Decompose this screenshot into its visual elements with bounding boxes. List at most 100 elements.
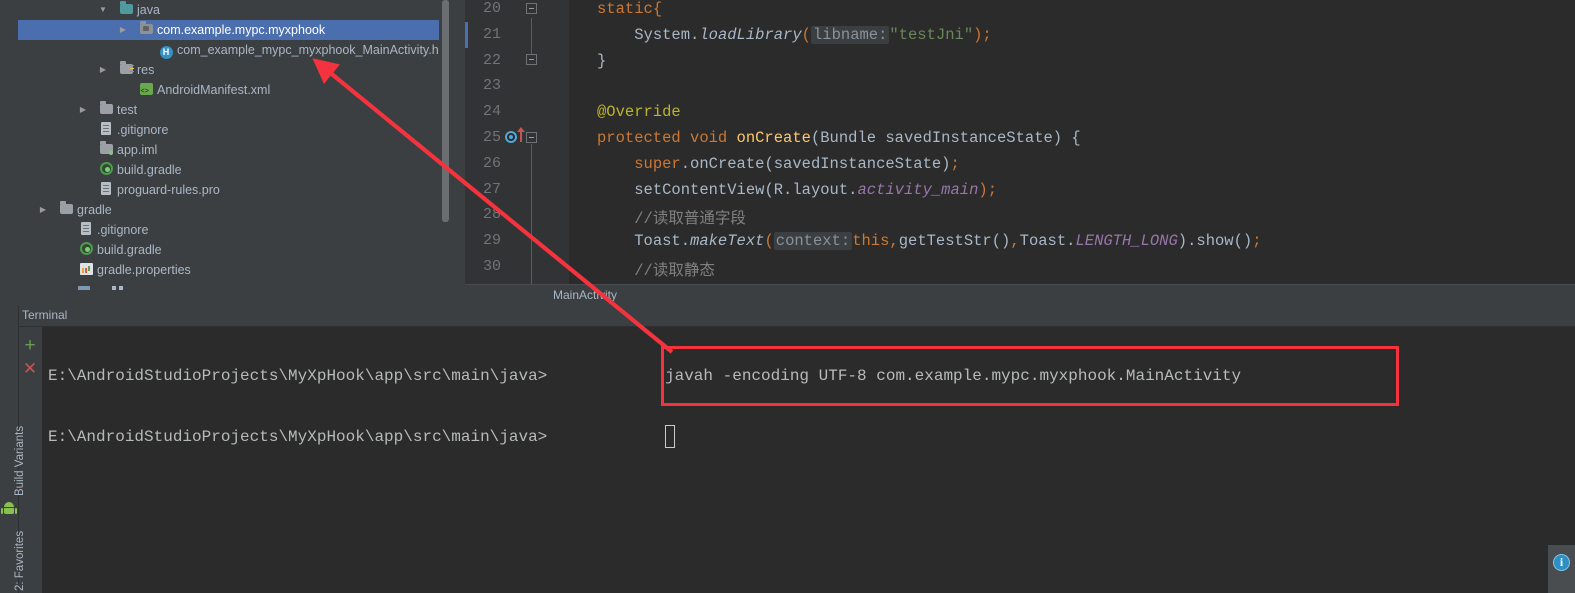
left-tool-window-bar: Build Variants 2: Favorites — [0, 306, 26, 593]
tree-item-res[interactable]: ▶ res — [18, 60, 457, 80]
gradle-file-icon — [98, 160, 114, 180]
properties-file-icon — [78, 260, 94, 280]
package-folder-icon — [138, 20, 154, 40]
tree-item-proguard-rules-pro[interactable]: proguard-rules.pro — [18, 180, 457, 200]
line-number-value: 26 — [483, 154, 502, 172]
project-tree-scrollbar[interactable] — [439, 0, 457, 306]
tree-item-com-example-mypc-myxphook-mainactivity-h[interactable]: Hcom_example_mypc_myxphook_MainActivity.… — [18, 40, 457, 60]
tool-window-favorites[interactable]: 2: Favorites — [14, 531, 26, 591]
code-line: System.loadLibrary(libname: "testJni"); — [634, 25, 992, 44]
editor-error-stripe[interactable] — [1563, 0, 1575, 284]
line-number-value: 25 — [483, 129, 502, 146]
fold-marker-line20[interactable] — [526, 3, 537, 14]
terminal-prompt-line-2: E:\AndroidStudioProjects\MyXpHook\app\sr… — [48, 428, 548, 446]
folder-gray-icon — [58, 200, 74, 220]
line-number-value: 27 — [483, 180, 502, 198]
tree-item-label: gradle.properties — [97, 263, 191, 277]
editor-gutter[interactable]: 20 21 22 23 24 25 26 27 28 29 30 — [465, 0, 569, 284]
tree-item-label: gradle — [77, 203, 112, 217]
tool-window-build-variants[interactable]: Build Variants — [14, 426, 26, 496]
tree-item-java[interactable]: ▼ java — [18, 0, 457, 20]
res-folder-icon — [118, 60, 134, 80]
tree-item-label: test — [117, 103, 138, 117]
info-icon[interactable]: i — [1553, 554, 1570, 571]
tree-item-build-gradle[interactable]: build.gradle — [18, 160, 457, 180]
project-tree-scrollbar-thumb[interactable] — [442, 0, 449, 222]
tree-item-label: .gitignore — [97, 223, 149, 237]
tree-item-label: com_example_mypc_myxphook_MainActivity.h — [177, 43, 439, 57]
status-bar-right: i — [1548, 545, 1575, 593]
new-terminal-tab-icon[interactable]: + — [22, 336, 38, 355]
chevron-right-icon[interactable]: ▶ — [38, 200, 48, 220]
chevron-right-icon[interactable]: ▶ — [98, 60, 108, 80]
tree-item-label: com.example.mypc.myxphook — [157, 23, 326, 37]
code-line: super.onCreate(savedInstanceState); — [634, 154, 960, 173]
tree-item-gitignore[interactable]: .gitignore — [18, 120, 457, 140]
tree-item-label: .gitignore — [117, 123, 169, 137]
tree-item-gitignore[interactable]: .gitignore — [18, 220, 457, 240]
tree-item-build-gradle[interactable]: build.gradle — [18, 240, 457, 260]
tree-item-label: AndroidManifest.xml — [157, 83, 271, 97]
code-line: //读取普通字段 — [634, 210, 746, 229]
folder-teal-icon — [118, 0, 134, 20]
top-area: ▼ java ▶ com.example.mypc.myxphook Hcom_exam… — [0, 0, 1575, 307]
line-number-value: 21 — [483, 25, 502, 43]
tree-item-app-iml[interactable]: app.iml — [18, 140, 457, 160]
tree-item-gradle[interactable]: ▶ gradle — [18, 200, 457, 220]
line-number-value: 20 — [483, 0, 502, 17]
close-terminal-icon[interactable]: ✕ — [22, 360, 38, 377]
line-number-value: 23 — [483, 77, 502, 95]
code-line: setContentView(R.layout.activity_main); — [634, 180, 997, 199]
tree-item-androidmanifest-xml[interactable]: AndroidManifest.xml — [18, 80, 457, 102]
chevron-right-icon[interactable]: ▶ — [78, 100, 88, 120]
android-manifest-icon — [138, 80, 154, 102]
tree-item-label: proguard-rules.pro — [117, 183, 220, 197]
editor-code-area[interactable]: static{ System.loadLibrary(libname: "test… — [569, 0, 1575, 284]
project-tree-panel[interactable]: ▼ java ▶ com.example.mypc.myxphook Hcom_exam… — [18, 0, 457, 306]
tree-item-label: app.iml — [117, 143, 158, 157]
tree-item-label: res — [137, 63, 155, 77]
iml-module-icon — [98, 140, 114, 160]
current-line-marker — [465, 22, 468, 48]
line-number-value: 30 — [483, 258, 502, 275]
tree-item-com-example-mypc-myxphook[interactable]: ▶ com.example.mypc.myxphook — [18, 20, 457, 40]
tree-item-gradle-properties[interactable]: gradle.properties — [18, 260, 457, 280]
line-number-value: 24 — [483, 103, 502, 121]
text-file-icon — [98, 180, 114, 200]
top-left-tool-strip — [0, 0, 18, 306]
code-line: static{ — [597, 0, 663, 18]
chevron-right-icon[interactable]: ▶ — [118, 20, 128, 40]
run-method-gutter-icon[interactable] — [505, 131, 517, 143]
fold-guide-line-2 — [531, 144, 532, 284]
fold-marker-line22[interactable] — [526, 54, 537, 65]
chevron-down-icon[interactable]: ▼ — [98, 0, 108, 20]
code-line: Toast.makeText(context: this,getTestStr()… — [634, 232, 1262, 251]
terminal-output[interactable]: E:\AndroidStudioProjects\MyXpHook\app\sr… — [42, 327, 1575, 593]
line-number-value: 28 — [483, 206, 502, 224]
fold-marker-line25[interactable] — [526, 132, 537, 143]
terminal-tab-label[interactable]: Terminal — [22, 308, 67, 322]
code-editor[interactable]: 20 21 22 23 24 25 26 27 28 29 30 static{ System.lo… — [465, 0, 1575, 284]
fold-guide-line — [531, 18, 532, 58]
tree-item-test[interactable]: ▶ test — [18, 100, 457, 120]
terminal-prompt-line-1: E:\AndroidStudioProjects\MyXpHook\app\sr… — [48, 367, 548, 385]
ide-window: ▼ java ▶ com.example.mypc.myxphook Hcom_exam… — [0, 0, 1575, 593]
line-number-value: 22 — [483, 51, 502, 69]
breadcrumb-mainactivity[interactable]: MainActivity — [553, 288, 617, 302]
code-line: @Override — [597, 103, 681, 122]
breadcrumb[interactable]: MainActivity — [465, 284, 1575, 307]
terminal-tab-header[interactable]: Terminal — [18, 306, 1575, 326]
text-file-icon — [98, 120, 114, 140]
gradle-file-icon — [78, 240, 94, 260]
folder-gray-icon — [98, 100, 114, 120]
code-line: } — [597, 51, 607, 70]
tree-item-label: build.gradle — [117, 163, 182, 177]
tree-item-partial[interactable] — [78, 282, 198, 290]
